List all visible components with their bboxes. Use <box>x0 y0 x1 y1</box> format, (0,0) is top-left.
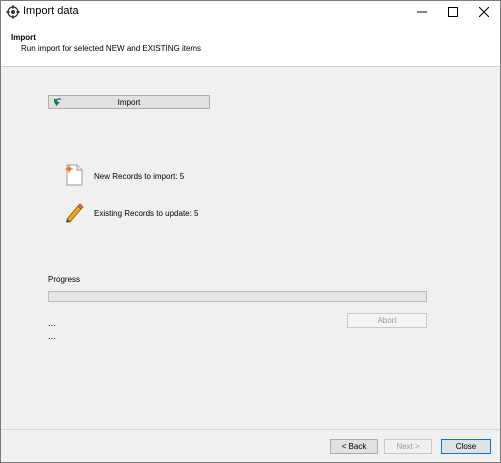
status-line: ... <box>48 318 56 328</box>
new-document-icon <box>64 164 84 186</box>
footer-divider <box>1 429 500 430</box>
window-title: Import data <box>23 5 79 17</box>
header-subtitle: Run import for selected NEW and EXISTING… <box>21 44 202 53</box>
status-line: ... <box>48 331 56 341</box>
pencil-icon <box>64 201 84 223</box>
abort-button[interactable]: Abort <box>347 313 427 328</box>
minimize-icon <box>417 11 427 13</box>
title-bar[interactable]: Import data <box>1 1 500 23</box>
wizard-header: Import Run import for selected NEW and E… <box>1 23 500 67</box>
import-button[interactable]: Import <box>48 95 210 109</box>
progress-bar <box>48 291 427 302</box>
minimize-button[interactable] <box>407 1 438 23</box>
close-button[interactable]: Close <box>441 439 491 454</box>
header-title: Import <box>11 33 36 42</box>
app-icon <box>6 5 20 19</box>
import-button-label: Import <box>117 98 141 107</box>
close-window-button[interactable] <box>469 1 500 23</box>
maximize-button[interactable] <box>438 1 469 23</box>
progress-label: Progress <box>48 275 81 284</box>
existing-records-label: Existing Records to update: 5 <box>94 209 199 218</box>
close-icon <box>479 7 489 17</box>
next-button[interactable]: Next > <box>384 439 432 454</box>
new-records-label: New Records to import: 5 <box>94 172 185 181</box>
maximize-icon <box>448 7 458 17</box>
back-button[interactable]: < Back <box>330 439 378 454</box>
import-data-window: Import data Import Run import for select… <box>0 0 501 463</box>
